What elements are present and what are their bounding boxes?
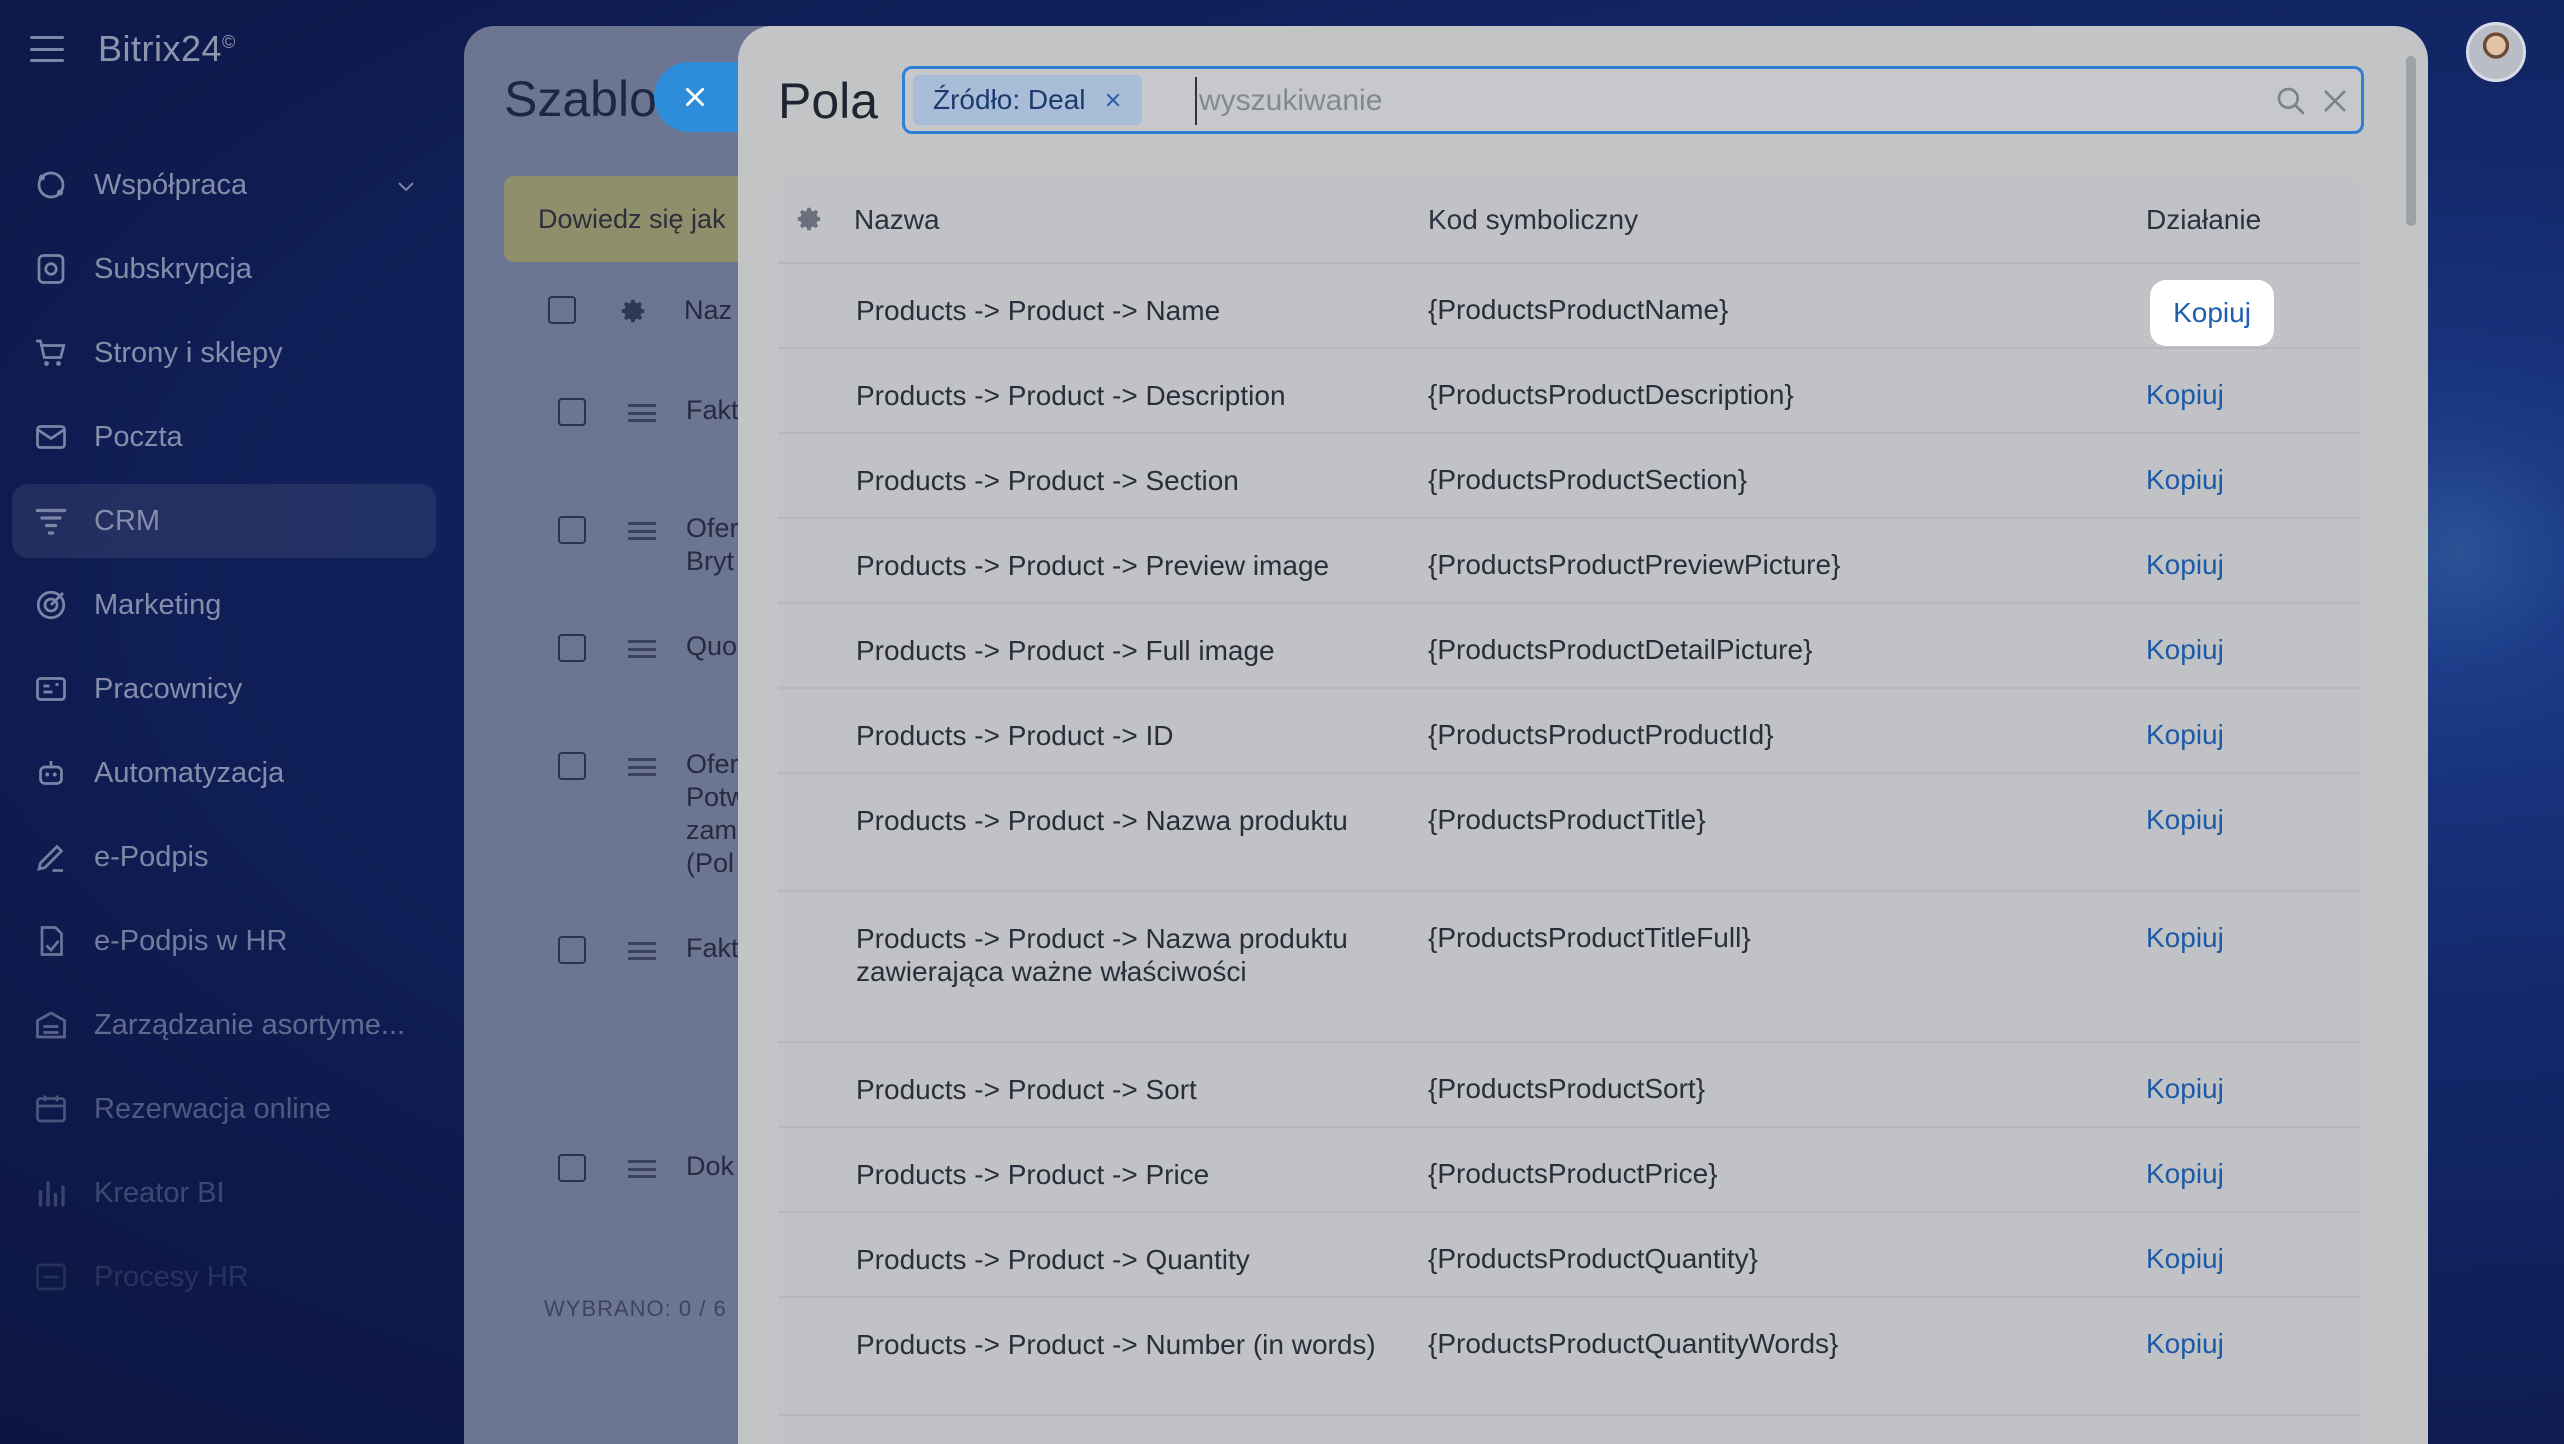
row-menu-icon[interactable] [628,758,656,776]
table-body: Products -> Product -> Name {ProductsProd… [778,264,2360,1416]
copy-button[interactable]: Kopiuj [2146,549,2224,581]
close-icon [686,88,704,106]
field-code: {ProductsProductQuantityWords} [1428,1328,1839,1359]
field-code: {ProductsProductDescription} [1428,379,1794,410]
select-all-checkbox[interactable] [548,296,576,324]
field-code: {ProductsProductPrice} [1428,1158,1718,1189]
field-name: Products -> Product -> Description [856,380,1286,411]
selected-value: 0 / 6 [678,1296,727,1321]
row-menu-icon[interactable] [628,1160,656,1178]
scrollbar-thumb[interactable] [2406,56,2416,226]
search-icon[interactable] [2275,85,2307,117]
selected-count: WYBRANO: 0 / 6 [544,1296,727,1322]
field-code: {ProductsProductPreviewPicture} [1428,549,1841,580]
clear-search-icon[interactable] [2321,87,2349,115]
field-name: Products -> Product -> Price [856,1159,1210,1190]
table-row: Products -> Product -> Section {ProductsP… [778,434,2360,519]
table-row: Products -> Product -> Name {ProductsProd… [778,264,2360,349]
copy-button[interactable]: Kopiuj [2146,1243,2224,1275]
search-bar[interactable]: Źródło: Deal [902,66,2364,134]
avatar[interactable] [2466,22,2526,82]
copy-button[interactable]: Kopiuj [2146,464,2224,496]
field-name: Products -> Product -> Sort [856,1074,1197,1105]
row-menu-icon[interactable] [628,522,656,540]
info-banner-text: Dowiedz się jak [538,204,726,234]
copy-button[interactable]: Kopiuj [2146,922,2224,954]
fields-table: Nazwa Kod symboliczny Działanie Products… [778,174,2360,1444]
table-row: Products -> Product -> Nazwa produktu {Pr… [778,774,2360,892]
copy-button[interactable]: Kopiuj [2146,1158,2224,1190]
field-name: Products -> Product -> Full image [856,635,1275,666]
column-header-action[interactable]: Działanie [2146,204,2261,236]
settings-gear-icon[interactable] [618,296,648,326]
table-row: Products -> Product -> Nazwa produktu za… [778,892,2360,1043]
table-row: Products -> Product -> Price {ProductsPro… [778,1128,2360,1213]
table-row: Products -> Product -> ID {ProductsProduc… [778,689,2360,774]
field-code: {ProductsProductSection} [1428,464,1748,495]
field-code: {ProductsProductTitleFull} [1428,922,1751,953]
field-name: Products -> Product -> Preview image [856,550,1330,581]
field-code: {ProductsProductDetailPicture} [1428,634,1813,665]
copy-button[interactable]: Kopiuj [2146,719,2224,751]
template-row-checkbox[interactable] [558,398,586,426]
field-name: Products -> Product -> Nazwa produktu [856,805,1348,836]
filter-chip[interactable]: Źródło: Deal [913,75,1142,125]
copy-button[interactable]: Kopiuj [2150,280,2274,346]
template-row-name[interactable]: Quo [686,630,737,663]
copy-button[interactable]: Kopiuj [2146,1073,2224,1105]
table-row: Products -> Product -> Sort {ProductsProd… [778,1043,2360,1128]
template-row-checkbox[interactable] [558,936,586,964]
field-code: {ProductsProductTitle} [1428,804,1706,835]
copy-button[interactable]: Kopiuj [2146,1328,2224,1360]
field-name: Products -> Product -> Quantity [856,1244,1250,1275]
template-row-name[interactable]: Ofer Bryt [686,512,739,578]
template-row-name[interactable]: Fakt [686,394,739,427]
table-row: Products -> Product -> Number (in words)… [778,1298,2360,1416]
templates-panel-title: Szablo [504,71,657,127]
field-name: Products -> Product -> Section [856,465,1239,496]
template-row-checkbox[interactable] [558,634,586,662]
table-row: Products -> Product -> Description {Produ… [778,349,2360,434]
templates-column-name: Naz [684,295,733,325]
field-name: Products -> Product -> Number (in words) [856,1329,1376,1360]
modal-title: Pola [778,73,879,129]
field-code: {ProductsProductSort} [1428,1073,1706,1104]
table-header: Nazwa Kod symboliczny Działanie [778,174,2360,264]
field-name: Products -> Product -> ID [856,720,1174,751]
table-row: Products -> Product -> Quantity {Products… [778,1213,2360,1298]
remove-filter-icon[interactable] [1104,91,1122,109]
table-row: Products -> Product -> Preview image {Pro… [778,519,2360,604]
template-row-checkbox[interactable] [558,752,586,780]
template-row-name[interactable]: Fakt [686,932,739,965]
table-settings-gear-icon[interactable] [794,204,824,234]
row-menu-icon[interactable] [628,942,656,960]
table-row: Products -> Product -> Full image {Produc… [778,604,2360,689]
fields-modal: Pola Źródło: Deal Nazwa Kod symboliczny … [738,26,2428,1444]
row-menu-icon[interactable] [628,404,656,422]
template-row-checkbox[interactable] [558,1154,586,1182]
copy-button[interactable]: Kopiuj [2146,804,2224,836]
field-name: Products -> Product -> Nazwa produktu za… [856,923,1348,987]
column-header-name[interactable]: Nazwa [854,204,940,236]
field-name: Products -> Product -> Name [856,295,1221,326]
field-code: {ProductsProductQuantity} [1428,1243,1758,1274]
column-header-code[interactable]: Kod symboliczny [1428,204,1638,236]
filter-chip-label: Źródło: Deal [933,84,1086,115]
template-row-checkbox[interactable] [558,516,586,544]
copy-button[interactable]: Kopiuj [2146,379,2224,411]
copy-button[interactable]: Kopiuj [2146,634,2224,666]
field-code: {ProductsProductProductId} [1428,719,1774,750]
field-code: {ProductsProductName} [1428,294,1729,325]
selected-label: WYBRANO: [544,1296,672,1321]
template-row-name[interactable]: Dok [686,1150,734,1183]
search-input[interactable] [1195,77,2215,125]
row-menu-icon[interactable] [628,640,656,658]
